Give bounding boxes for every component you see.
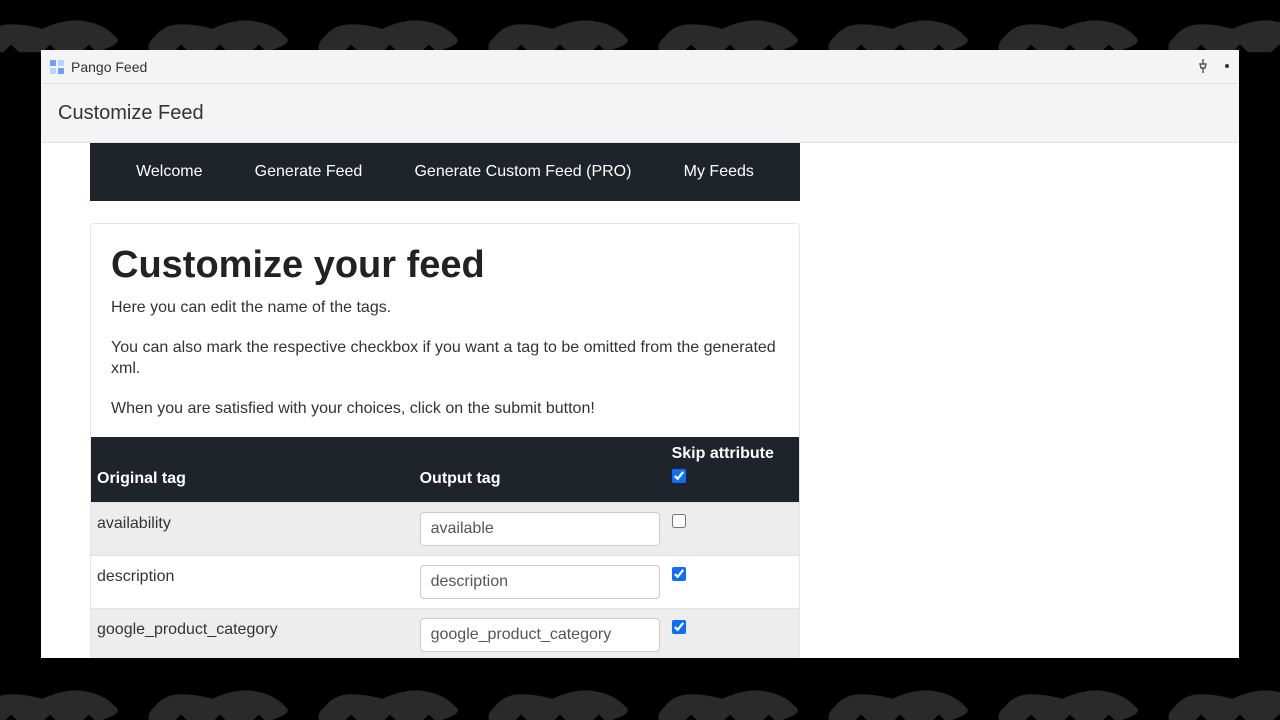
output-tag-cell (414, 503, 666, 556)
skip-checkbox[interactable] (672, 514, 686, 528)
skip-checkbox[interactable] (672, 567, 686, 581)
card-paragraph: You can also mark the respective checkbo… (111, 337, 779, 380)
card-paragraph: When you are satisfied with your choices… (111, 398, 779, 420)
tab-generate-custom-feed-pro[interactable]: Generate Custom Feed (PRO) (404, 163, 641, 181)
app-window: Pango Feed Customize Feed Welcome Genera… (41, 50, 1239, 658)
output-tag-cell (414, 556, 666, 609)
th-original-tag: Original tag (91, 437, 414, 503)
tag-table: Original tag Output tag Skip attribute a… (91, 437, 799, 658)
skip-cell (666, 556, 799, 609)
original-tag-cell: description (91, 556, 414, 609)
page-header: Customize Feed (41, 84, 1239, 143)
skip-cell (666, 503, 799, 556)
output-tag-input[interactable] (420, 565, 660, 599)
menu-dot-icon[interactable] (1225, 64, 1229, 68)
app-icon (49, 59, 65, 75)
card-heading: Customize your feed (111, 244, 779, 287)
original-tag-cell: availability (91, 503, 414, 556)
content-area: Welcome Generate Feed Generate Custom Fe… (41, 143, 1239, 658)
output-tag-cell (414, 609, 666, 658)
table-row: description (91, 556, 799, 609)
th-skip-label: Skip attribute (672, 445, 793, 463)
skip-cell (666, 609, 799, 658)
tab-welcome[interactable]: Welcome (126, 163, 212, 181)
page-title: Customize Feed (58, 102, 204, 125)
pin-icon[interactable] (1195, 58, 1211, 74)
app-title: Pango Feed (71, 59, 147, 75)
output-tag-input[interactable] (420, 512, 660, 546)
tab-generate-feed[interactable]: Generate Feed (245, 163, 373, 181)
skip-checkbox[interactable] (672, 620, 686, 634)
th-skip-attribute: Skip attribute (666, 437, 799, 503)
main-card: Customize your feed Here you can edit th… (90, 223, 800, 658)
table-row: availability (91, 503, 799, 556)
output-tag-input[interactable] (420, 618, 660, 652)
original-tag-cell: google_product_category (91, 609, 414, 658)
skip-all-checkbox[interactable] (672, 469, 686, 483)
tabbar: Welcome Generate Feed Generate Custom Fe… (90, 143, 800, 201)
th-output-tag: Output tag (414, 437, 666, 503)
card-paragraph: Here you can edit the name of the tags. (111, 297, 779, 319)
tab-my-feeds[interactable]: My Feeds (674, 163, 764, 181)
table-row: google_product_category (91, 609, 799, 658)
titlebar: Pango Feed (41, 50, 1239, 84)
